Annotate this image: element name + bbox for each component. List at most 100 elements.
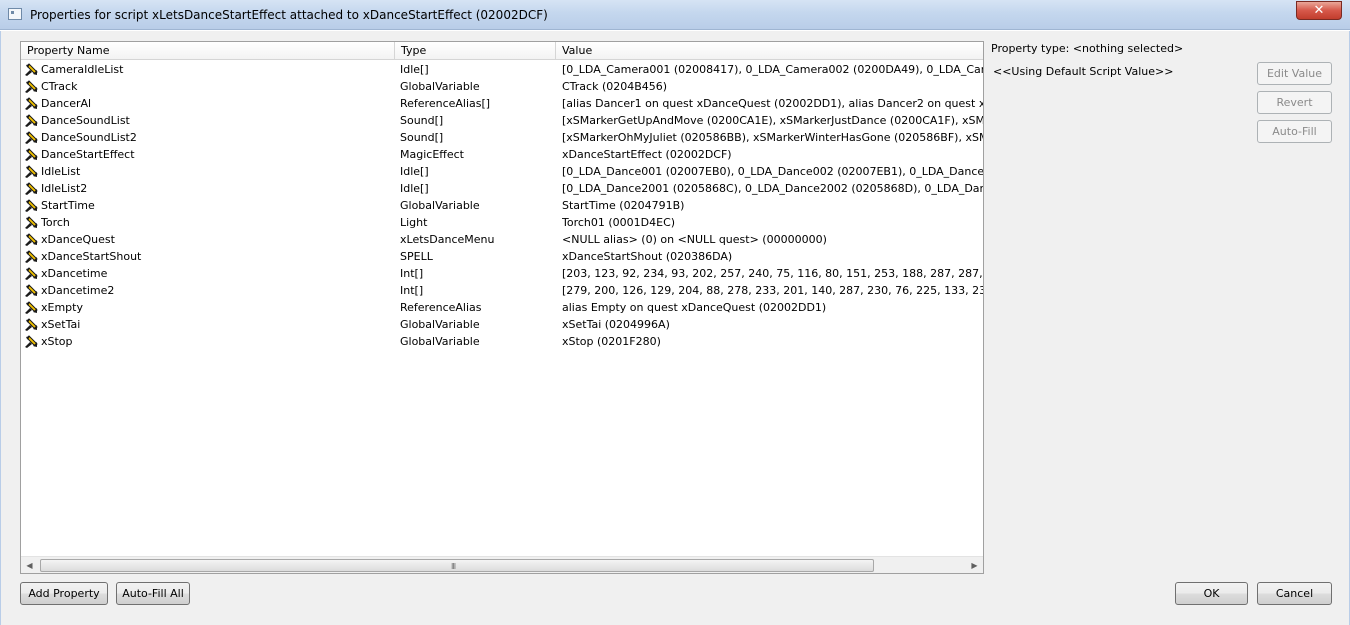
property-name-cell: xDancetime2 (41, 284, 115, 297)
window-icon (8, 8, 22, 20)
script-property-icon (25, 114, 38, 127)
property-name-cell: xSetTai (41, 318, 81, 331)
table-row[interactable]: xSetTai GlobalVariable xSetTai (0204996A… (21, 316, 983, 333)
table-row[interactable]: IdleList Idle[] [0_LDA_Dance001 (02007EB… (21, 163, 983, 180)
property-value-cell: [0_LDA_Camera001 (02008417), 0_LDA_Camer… (562, 63, 983, 76)
property-name-cell: xEmpty (41, 301, 83, 314)
table-row[interactable]: StartTime GlobalVariable StartTime (0204… (21, 197, 983, 214)
scrollbar-thumb[interactable]: III (40, 559, 874, 572)
column-header-property-name[interactable]: Property Name (21, 42, 395, 60)
property-type-cell: xLetsDanceMenu (400, 233, 495, 246)
revert-button[interactable]: Revert (1257, 91, 1332, 114)
property-name-cell: CTrack (41, 80, 78, 93)
edit-value-button[interactable]: Edit Value (1257, 62, 1332, 85)
property-type-label: Property type: <nothing selected> (991, 42, 1184, 55)
script-property-icon (25, 182, 38, 195)
property-type-cell: Idle[] (400, 63, 429, 76)
property-type-cell: Light (400, 216, 428, 229)
property-value-cell: alias Empty on quest xDanceQuest (02002D… (562, 301, 827, 314)
table-row[interactable]: xDancetime2 Int[] [279, 200, 126, 129, 2… (21, 282, 983, 299)
script-property-icon (25, 199, 38, 212)
ok-button[interactable]: OK (1175, 582, 1248, 605)
property-name-cell: xDancetime (41, 267, 108, 280)
property-type-cell: Sound[] (400, 131, 444, 144)
column-header-type[interactable]: Type (395, 42, 556, 60)
table-row[interactable]: DanceSoundList Sound[] [xSMarkerGetUpAnd… (21, 112, 983, 129)
close-button[interactable]: ✕ (1296, 1, 1342, 20)
property-value-cell: <NULL alias> (0) on <NULL quest> (000000… (562, 233, 827, 246)
property-value-cell: [xSMarkerGetUpAndMove (0200CA1E), xSMark… (562, 114, 984, 127)
property-type-cell: Sound[] (400, 114, 444, 127)
table-row[interactable]: xDancetime Int[] [203, 123, 92, 234, 93,… (21, 265, 983, 282)
property-type-cell: ReferenceAlias[] (400, 97, 491, 110)
property-name-cell: StartTime (41, 199, 95, 212)
property-value-cell: [alias Dancer1 on quest xDanceQuest (020… (562, 97, 983, 110)
script-property-icon (25, 284, 38, 297)
property-value-cell: [279, 200, 126, 129, 204, 88, 278, 233, … (562, 284, 983, 297)
property-type-cell: Int[] (400, 267, 424, 280)
cancel-button[interactable]: Cancel (1257, 582, 1332, 605)
property-value-cell: [203, 123, 92, 234, 93, 202, 257, 240, 7… (562, 267, 983, 280)
property-value-cell: xStop (0201F280) (562, 335, 661, 348)
property-type-cell: GlobalVariable (400, 335, 480, 348)
property-name-cell: IdleList2 (41, 182, 88, 195)
property-value-cell: xDanceStartEffect (02002DCF) (562, 148, 732, 161)
script-property-icon (25, 233, 38, 246)
scrollbar-grip-icon: III (451, 562, 456, 571)
property-type-cell: ReferenceAlias (400, 301, 482, 314)
script-property-icon (25, 301, 38, 314)
add-property-button[interactable]: Add Property (20, 582, 108, 605)
auto-fill-all-button[interactable]: Auto-Fill All (116, 582, 190, 605)
list-rows: CameraIdleList Idle[] [0_LDA_Camera001 (… (21, 61, 983, 350)
default-value-label: <<Using Default Script Value>> (993, 65, 1174, 78)
property-type-cell: GlobalVariable (400, 318, 480, 331)
table-row[interactable]: xDanceQuest xLetsDanceMenu <NULL alias> … (21, 231, 983, 248)
scroll-left-arrow-icon[interactable]: ◀ (21, 557, 38, 573)
properties-list[interactable]: Property Name Type Value CameraIdleList … (20, 41, 984, 574)
property-type-cell: MagicEffect (400, 148, 464, 161)
property-name-cell: IdleList (41, 165, 81, 178)
script-property-icon (25, 148, 38, 161)
table-row[interactable]: DancerAl ReferenceAlias[] [alias Dancer1… (21, 95, 983, 112)
script-property-icon (25, 267, 38, 280)
property-name-cell: DanceSoundList (41, 114, 130, 127)
property-name-cell: xDanceQuest (41, 233, 115, 246)
table-row[interactable]: CameraIdleList Idle[] [0_LDA_Camera001 (… (21, 61, 983, 78)
table-row[interactable]: xDanceStartShout SPELL xDanceStartShout … (21, 248, 983, 265)
script-property-icon (25, 131, 38, 144)
table-row[interactable]: IdleList2 Idle[] [0_LDA_Dance2001 (02058… (21, 180, 983, 197)
properties-dialog: Property Name Type Value CameraIdleList … (0, 31, 1350, 625)
table-row[interactable]: Torch Light Torch01 (0001D4EC) (21, 214, 983, 231)
table-row[interactable]: DanceSoundList2 Sound[] [xSMarkerOhMyJul… (21, 129, 983, 146)
property-name-cell: DancerAl (41, 97, 92, 110)
script-property-icon (25, 80, 38, 93)
property-type-cell: GlobalVariable (400, 199, 480, 212)
table-row[interactable]: xEmpty ReferenceAlias alias Empty on que… (21, 299, 983, 316)
property-value-cell: [0_LDA_Dance2001 (0205868C), 0_LDA_Dance… (562, 182, 983, 195)
property-name-cell: DanceStartEffect (41, 148, 135, 161)
scroll-right-arrow-icon[interactable]: ▶ (966, 557, 983, 573)
property-type-cell: Idle[] (400, 182, 429, 195)
script-property-icon (25, 335, 38, 348)
property-name-cell: Torch (41, 216, 70, 229)
auto-fill-button[interactable]: Auto-Fill (1257, 120, 1332, 143)
table-row[interactable]: DanceStartEffect MagicEffect xDanceStart… (21, 146, 983, 163)
table-row[interactable]: CTrack GlobalVariable CTrack (0204B456) (21, 78, 983, 95)
title-bar[interactable]: Properties for script xLetsDanceStartEff… (0, 0, 1350, 30)
property-value-cell: Torch01 (0001D4EC) (562, 216, 676, 229)
table-row[interactable]: xStop GlobalVariable xStop (0201F280) (21, 333, 983, 350)
window-title: Properties for script xLetsDanceStartEff… (30, 8, 548, 22)
property-value-cell: xSetTai (0204996A) (562, 318, 670, 331)
property-name-cell: xDanceStartShout (41, 250, 142, 263)
property-value-cell: StartTime (0204791B) (562, 199, 685, 212)
script-property-icon (25, 97, 38, 110)
property-type-cell: SPELL (400, 250, 433, 263)
script-property-icon (25, 250, 38, 263)
property-name-cell: CameraIdleList (41, 63, 124, 76)
column-header-value[interactable]: Value (556, 42, 983, 60)
property-name-cell: DanceSoundList2 (41, 131, 137, 144)
script-property-icon (25, 216, 38, 229)
horizontal-scrollbar[interactable]: ◀ III ▶ (21, 556, 983, 573)
script-property-icon (25, 318, 38, 331)
property-type-cell: GlobalVariable (400, 80, 480, 93)
